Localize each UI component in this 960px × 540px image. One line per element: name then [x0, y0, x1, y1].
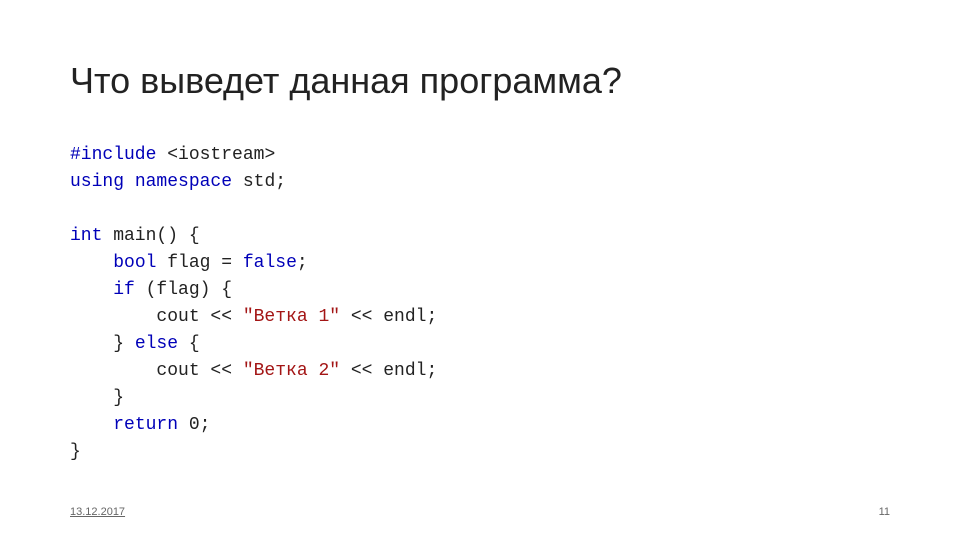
footer: 13.12.2017 11 — [70, 506, 890, 518]
else-line: } — [70, 334, 135, 354]
close-inner: } — [70, 388, 124, 408]
keyword-using: using — [70, 172, 124, 192]
else-brace: { — [178, 334, 200, 354]
keyword-namespace: namespace — [124, 172, 232, 192]
cout2-pre: cout << — [70, 361, 243, 381]
page-number: 11 — [879, 506, 890, 518]
cout1-pre: cout << — [70, 307, 243, 327]
footer-date: 13.12.2017 — [70, 506, 125, 518]
return-val: 0; — [178, 415, 210, 435]
keyword-include: #include — [70, 145, 156, 165]
keyword-return: return — [113, 415, 178, 435]
keyword-int: int — [70, 226, 102, 246]
close-main: } — [70, 442, 81, 462]
main-sig: main() { — [102, 226, 199, 246]
if-cond: (flag) { — [135, 280, 232, 300]
string-branch-1: "Ветка 1" — [243, 307, 340, 327]
keyword-else: else — [135, 334, 178, 354]
keyword-if: if — [113, 280, 135, 300]
semicolon: ; — [297, 253, 308, 273]
keyword-bool: bool — [113, 253, 156, 273]
cout2-post: << endl; — [340, 361, 437, 381]
slide-title: Что выведет данная программа? — [70, 60, 890, 102]
keyword-false: false — [243, 253, 297, 273]
flag-decl: flag = — [156, 253, 242, 273]
string-branch-2: "Ветка 2" — [243, 361, 340, 381]
code-block: #include <iostream> using namespace std;… — [70, 142, 890, 466]
include-header: <iostream> — [156, 145, 275, 165]
std-text: std; — [232, 172, 286, 192]
cout1-post: << endl; — [340, 307, 437, 327]
